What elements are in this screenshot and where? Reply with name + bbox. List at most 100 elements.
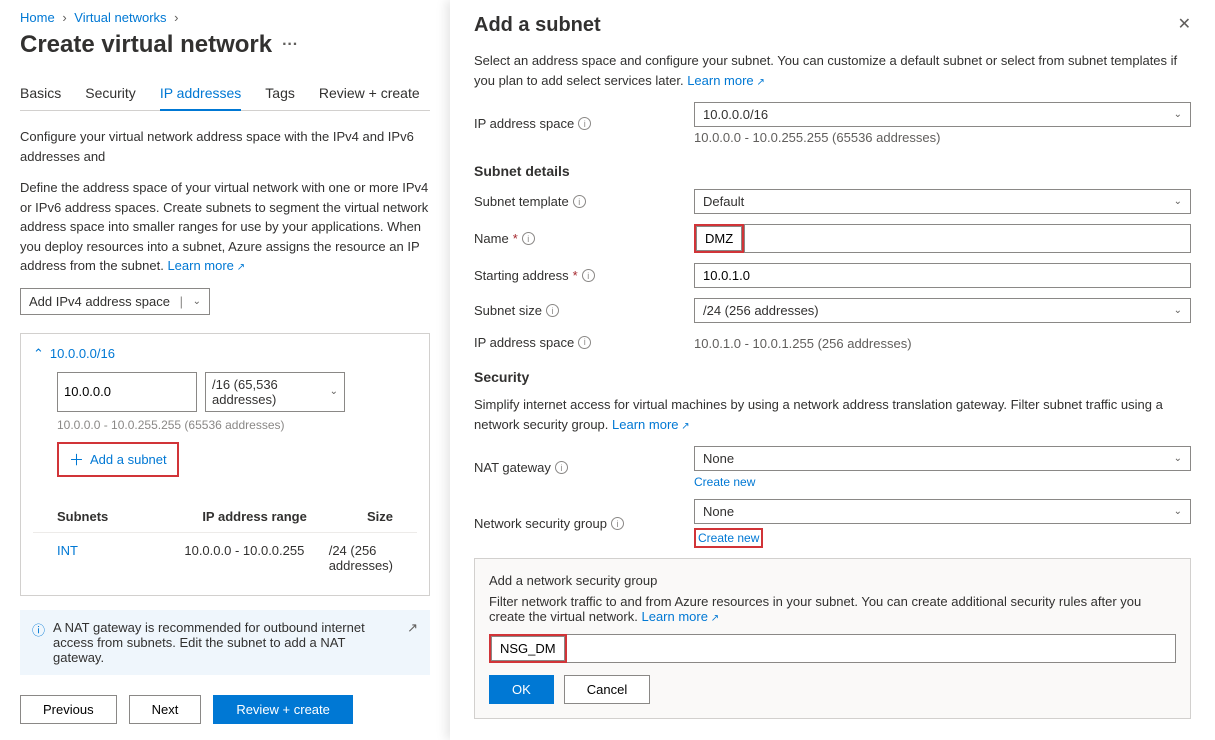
starting-address-input[interactable] xyxy=(694,263,1191,288)
panel-desc: Select an address space and configure yo… xyxy=(474,51,1191,90)
nat-create-new[interactable]: Create new xyxy=(694,475,755,489)
info-icon[interactable]: i xyxy=(522,232,535,245)
cancel-button[interactable]: Cancel xyxy=(564,675,650,704)
nsg-name-input[interactable] xyxy=(491,636,565,661)
info-icon[interactable]: i xyxy=(546,304,559,317)
calc-value: 10.0.1.0 - 10.0.1.255 (256 addresses) xyxy=(694,333,1191,351)
nat-select[interactable]: None⌄ xyxy=(694,446,1191,471)
breadcrumb: Home › Virtual networks › xyxy=(20,10,430,25)
add-subnet-button[interactable]: ＋ Add a subnet xyxy=(57,442,179,477)
nsg-create-new[interactable]: Create new xyxy=(698,531,759,545)
nat-recommendation-text: A NAT gateway is recommended for outboun… xyxy=(53,620,399,665)
address-space-cidr: 10.0.0.0/16 xyxy=(50,346,115,361)
more-icon[interactable]: ··· xyxy=(282,36,298,54)
template-select[interactable]: Default ⌄ xyxy=(694,189,1191,214)
learn-more-link[interactable]: Learn more xyxy=(641,609,719,624)
nsg-card-desc: Filter network traffic to and from Azure… xyxy=(489,594,1141,624)
subnet-range: 10.0.0.0 - 10.0.0.255 xyxy=(184,543,328,573)
review-create-button[interactable]: Review + create xyxy=(213,695,353,724)
add-subnet-label: Add a subnet xyxy=(90,452,167,467)
chevron-down-icon: ⌄ xyxy=(1174,196,1182,207)
table-row[interactable]: INT 10.0.0.0 - 10.0.0.255 /24 (256 addre… xyxy=(33,533,417,583)
nsg-card-title: Add a network security group xyxy=(489,573,1176,588)
name-label: Name xyxy=(474,231,509,246)
nat-label: NAT gateway xyxy=(474,460,551,475)
nat-recommendation: ⓘ A NAT gateway is recommended for outbo… xyxy=(20,610,430,675)
close-icon[interactable]: ✕ xyxy=(1178,14,1191,34)
breadcrumb-home[interactable]: Home xyxy=(20,10,55,25)
ok-button[interactable]: OK xyxy=(489,675,554,704)
template-label: Subnet template xyxy=(474,194,569,209)
address-space-header[interactable]: ⌃ 10.0.0.0/16 xyxy=(33,346,417,362)
tab-tags[interactable]: Tags xyxy=(265,77,295,110)
nsg-select[interactable]: None ⌄ xyxy=(694,499,1191,524)
chevron-right-icon: › xyxy=(174,10,178,25)
chevron-down-icon: ⌄ xyxy=(330,386,338,397)
subnet-name[interactable]: INT xyxy=(57,543,184,573)
chevron-up-icon: ⌃ xyxy=(33,346,44,362)
address-size-select[interactable]: /16 (65,536 addresses) ⌄ xyxy=(205,372,345,412)
ip-space-label: IP address space xyxy=(474,116,574,131)
next-button[interactable]: Next xyxy=(129,695,202,724)
address-size-label: /16 (65,536 addresses) xyxy=(212,377,330,407)
panel-desc-text: Select an address space and configure yo… xyxy=(474,53,1177,88)
nsg-label: Network security group xyxy=(474,516,607,531)
nsg-card: Add a network security group Filter netw… xyxy=(474,558,1191,719)
info-icon[interactable]: i xyxy=(573,195,586,208)
nsg-value: None xyxy=(703,504,734,519)
size-label: Subnet size xyxy=(474,303,542,318)
security-desc: Simplify internet access for virtual mac… xyxy=(474,395,1191,434)
calc-label: IP address space xyxy=(474,335,574,350)
previous-button[interactable]: Previous xyxy=(20,695,117,724)
subnet-table: Subnets IP address range Size INT 10.0.0… xyxy=(33,501,417,583)
size-value: /24 (256 addresses) xyxy=(703,303,819,318)
divider-icon: | xyxy=(180,294,183,309)
plus-icon: ＋ xyxy=(69,449,84,470)
panel-title: Add a subnet xyxy=(474,14,601,37)
nsg-name-input-ext[interactable] xyxy=(567,634,1176,663)
address-base-input[interactable] xyxy=(57,372,197,412)
learn-more-link[interactable]: Learn more xyxy=(612,417,690,432)
ip-space-select[interactable]: 10.0.0.0/16 ⌄ xyxy=(694,102,1191,127)
add-address-space-dropdown[interactable]: Add IPv4 address space | ⌄ xyxy=(20,288,210,315)
info-icon[interactable]: i xyxy=(582,269,595,282)
tab-security[interactable]: Security xyxy=(85,77,136,110)
tab-review[interactable]: Review + create xyxy=(319,77,420,110)
add-address-space-label: Add IPv4 address space xyxy=(29,294,170,309)
subnet-size: /24 (256 addresses) xyxy=(329,543,393,573)
tabs: Basics Security IP addresses Tags Review… xyxy=(20,77,430,111)
section-subnet-details: Subnet details xyxy=(474,163,1191,179)
intro-text-2: Define the address space of your virtual… xyxy=(20,178,430,276)
start-label: Starting address xyxy=(474,268,569,283)
col-size: Size xyxy=(367,509,393,524)
size-select[interactable]: /24 (256 addresses) ⌄ xyxy=(694,298,1191,323)
info-icon[interactable]: i xyxy=(578,336,591,349)
info-icon[interactable]: i xyxy=(555,461,568,474)
add-subnet-panel: Add a subnet ✕ Select an address space a… xyxy=(450,0,1215,740)
col-subnets: Subnets xyxy=(57,509,202,524)
info-icon[interactable]: i xyxy=(578,117,591,130)
learn-more-link[interactable]: Learn more xyxy=(167,258,245,273)
dismiss-icon[interactable]: ↗ xyxy=(407,620,418,665)
learn-more-link[interactable]: Learn more xyxy=(687,73,765,88)
ip-space-value: 10.0.0.0/16 xyxy=(703,107,768,122)
tab-basics[interactable]: Basics xyxy=(20,77,61,110)
tab-ip-addresses[interactable]: IP addresses xyxy=(160,77,241,111)
intro-text-1: Configure your virtual network address s… xyxy=(20,127,430,166)
info-icon[interactable]: i xyxy=(611,517,624,530)
footer-bar: Previous Next Review + create xyxy=(20,695,353,724)
chevron-down-icon: ⌄ xyxy=(1174,506,1182,517)
col-range: IP address range xyxy=(202,509,367,524)
name-input-ext[interactable] xyxy=(744,224,1191,253)
chevron-down-icon: ⌄ xyxy=(1174,453,1182,464)
template-value: Default xyxy=(703,194,744,209)
chevron-down-icon: ⌄ xyxy=(1174,109,1182,120)
chevron-down-icon: ⌄ xyxy=(193,296,201,307)
page-title: Create virtual network ··· xyxy=(20,31,430,59)
breadcrumb-vnets[interactable]: Virtual networks xyxy=(74,10,166,25)
name-input[interactable] xyxy=(696,226,742,251)
ip-space-hint: 10.0.0.0 - 10.0.255.255 (65536 addresses… xyxy=(694,127,1191,145)
chevron-down-icon: ⌄ xyxy=(1174,305,1182,316)
security-desc-text: Simplify internet access for virtual mac… xyxy=(474,397,1163,432)
info-icon: ⓘ xyxy=(32,620,45,665)
